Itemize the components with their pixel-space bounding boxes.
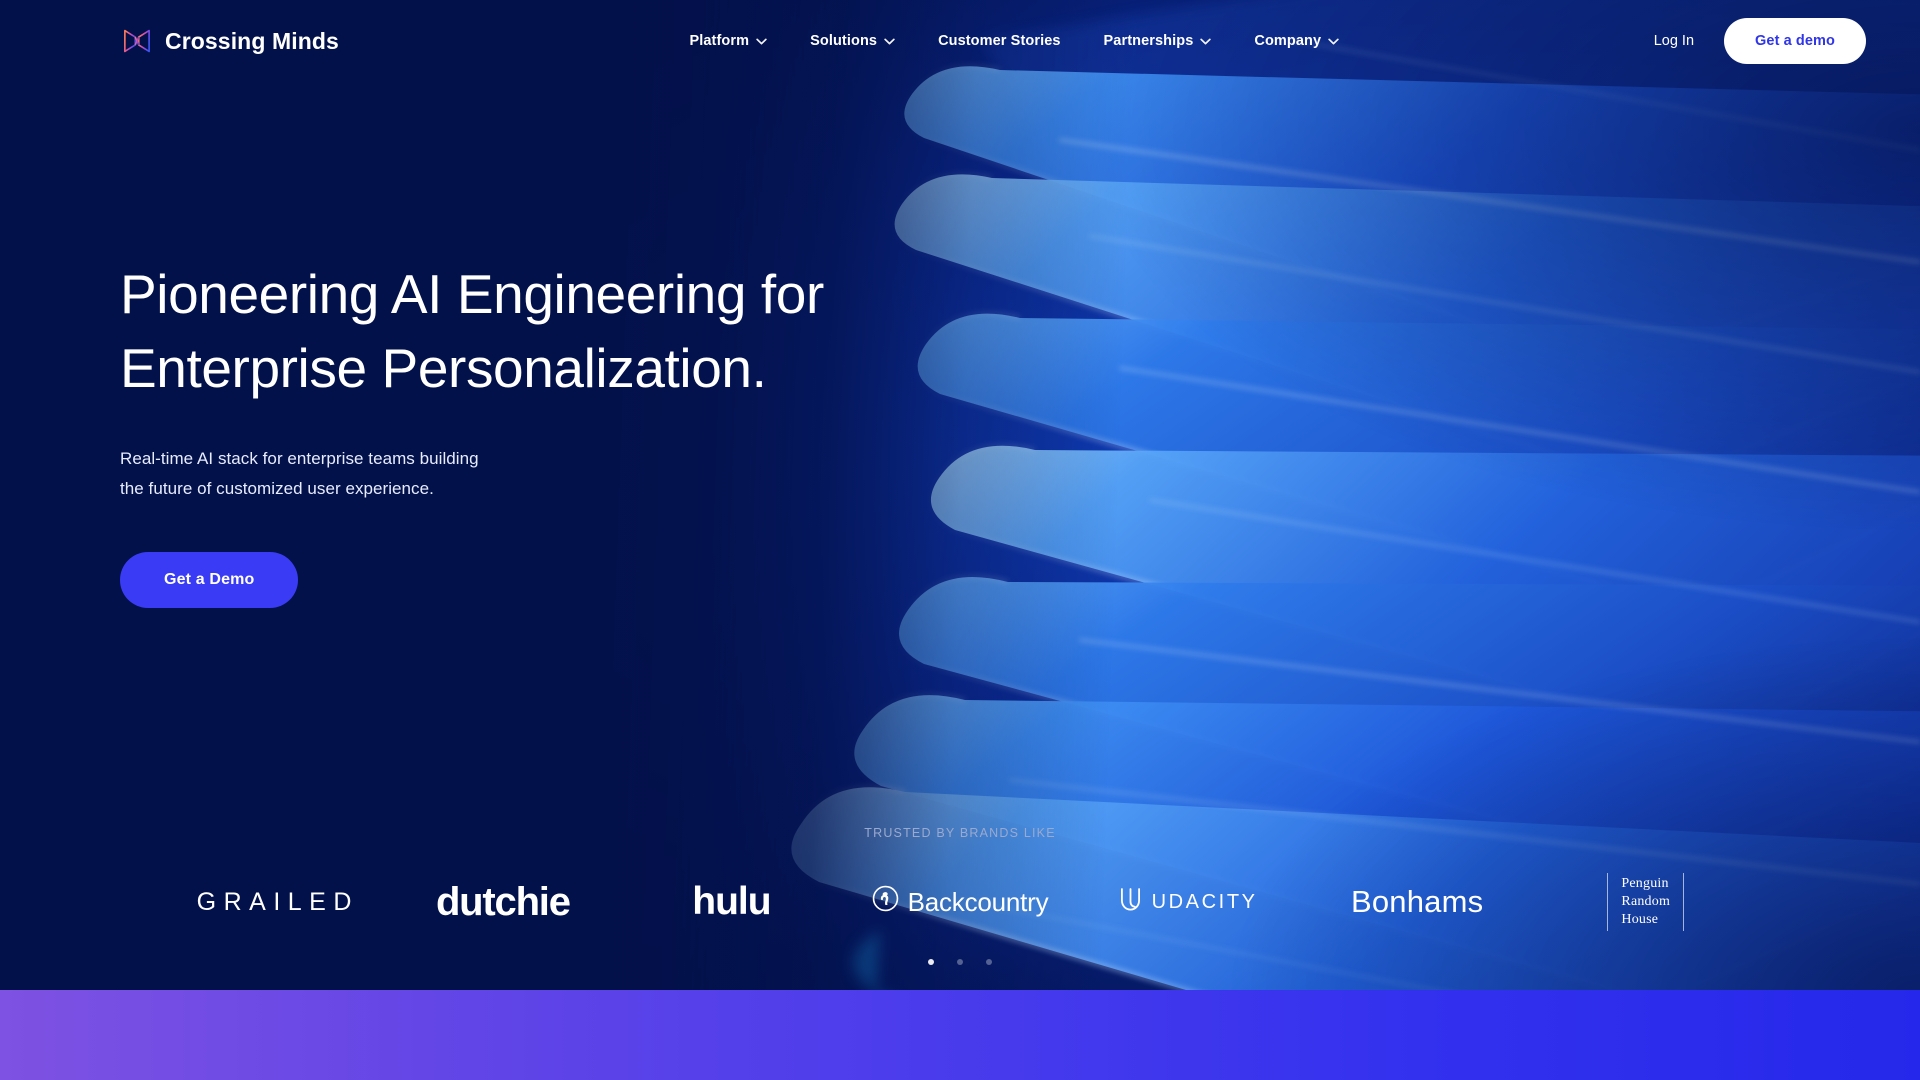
prh-line-2: Random — [1621, 894, 1671, 910]
udacity-wordmark: UDACITY — [1151, 890, 1258, 913]
nav-item-label: Customer Stories — [938, 33, 1061, 49]
nav-item-company[interactable]: Company — [1254, 33, 1339, 49]
hero-subtitle-line-2: the future of customized user experience… — [120, 478, 434, 498]
nav-item-customer-stories[interactable]: Customer Stories — [938, 33, 1060, 49]
hulu-logo: hulu — [692, 880, 771, 923]
carousel-dot-1[interactable] — [928, 959, 934, 965]
brand-logo-grailed[interactable]: GRAILED — [160, 870, 389, 934]
backcountry-goat-icon — [872, 885, 899, 919]
udacity-shield-icon — [1120, 887, 1141, 918]
nav-links: Platform Solutions Customer Stories Part… — [653, 33, 1339, 49]
crossing-minds-butterfly-icon — [122, 28, 152, 54]
dutchie-logo: dutchie — [435, 879, 571, 924]
page-title: Pioneering AI Engineering for Enterprise… — [120, 258, 900, 405]
nav-item-label: Platform — [689, 33, 750, 49]
bonhams-logo: Bonhams — [1350, 884, 1484, 919]
bottom-gradient-band — [0, 990, 1920, 1080]
chevron-down-icon — [756, 38, 767, 45]
nav-item-platform[interactable]: Platform — [689, 33, 767, 49]
hero-section: Pioneering AI Engineering for Enterprise… — [120, 258, 900, 608]
penguin-random-house-logo: Penguin Random House — [1607, 873, 1685, 931]
main-navigation: Crossing Minds Platform Solutions Custom… — [0, 0, 1920, 82]
backcountry-wordmark: Backcountry — [907, 886, 1049, 917]
carousel-dot-3[interactable] — [986, 959, 992, 965]
hero-title-line-2: Enterprise Personalization. — [120, 336, 767, 399]
nav-item-label: Company — [1254, 33, 1322, 49]
nav-item-label: Partnerships — [1103, 33, 1194, 49]
prh-left-rule — [1607, 873, 1609, 931]
trusted-by-section: TRUSTED BY BRANDS LIKE GRAILED dutchie h… — [0, 826, 1920, 965]
carousel-pagination — [928, 959, 992, 965]
chevron-down-icon — [1200, 38, 1212, 45]
brand-logo-udacity[interactable]: UDACITY — [1074, 870, 1303, 934]
brand-logo-link[interactable]: Crossing Minds — [122, 28, 339, 55]
nav-item-label: Solutions — [810, 33, 878, 49]
brand-logo-backcountry[interactable]: Backcountry — [846, 870, 1075, 934]
chevron-down-icon — [1328, 38, 1339, 45]
nav-item-solutions[interactable]: Solutions — [810, 33, 895, 49]
nav-actions: Log In Get a demo — [1654, 18, 1866, 64]
brand-logo-hulu[interactable]: hulu — [617, 870, 846, 934]
trusted-by-label: TRUSTED BY BRANDS LIKE — [864, 826, 1056, 840]
carousel-dot-2[interactable] — [957, 959, 963, 965]
get-a-demo-hero-button[interactable]: Get a Demo — [120, 551, 299, 608]
grailed-logo: GRAILED — [196, 887, 359, 916]
hero-subtitle: Real-time AI stack for enterprise teams … — [120, 444, 900, 503]
nav-item-partnerships[interactable]: Partnerships — [1104, 33, 1212, 49]
hero-title-line-1: Pioneering AI Engineering for — [120, 263, 824, 325]
brand-logo-penguin-random-house[interactable]: Penguin Random House — [1531, 870, 1760, 934]
brand-name: Crossing Minds — [165, 27, 339, 54]
hero-subtitle-line-1: Real-time AI stack for enterprise teams … — [120, 449, 479, 469]
brand-logo-dutchie[interactable]: dutchie — [389, 870, 618, 934]
brand-logo-carousel: GRAILED dutchie hulu Backcountry UDACITY… — [160, 870, 1760, 934]
chevron-down-icon — [884, 38, 895, 45]
prh-line-3: House — [1621, 911, 1659, 927]
brand-logo-bonhams[interactable]: Bonhams — [1303, 870, 1532, 934]
prh-right-rule — [1683, 873, 1685, 931]
get-a-demo-nav-button[interactable]: Get a demo — [1724, 18, 1866, 64]
login-link[interactable]: Log In — [1654, 33, 1694, 49]
prh-line-1: Penguin — [1621, 876, 1669, 892]
landing-page: Crossing Minds Platform Solutions Custom… — [0, 0, 1920, 1080]
